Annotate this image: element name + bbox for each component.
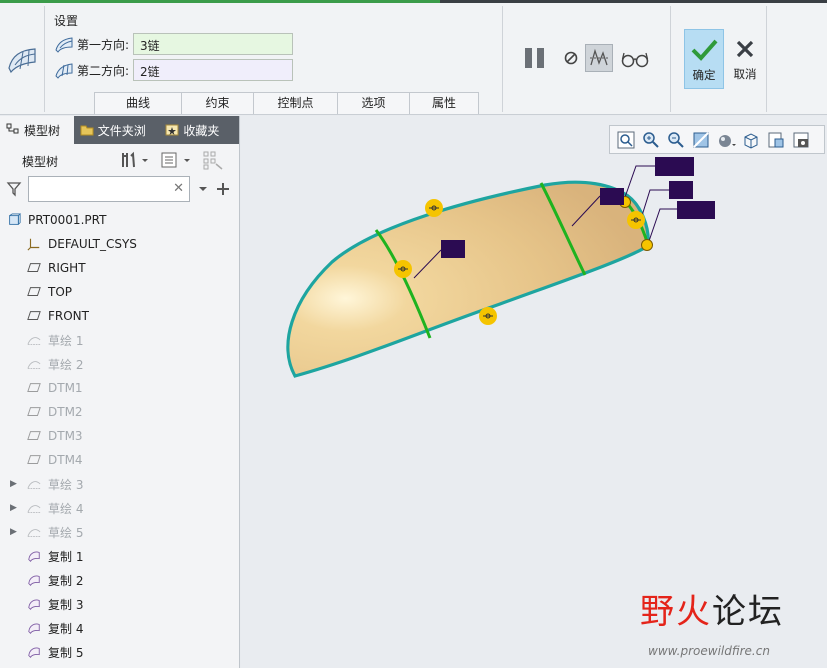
curve-callout-tag[interactable] (441, 240, 465, 258)
drag-handle[interactable] (479, 307, 497, 325)
forum-watermark: 野火论坛 www.proewildfire.cn (640, 584, 784, 658)
app-window: 设置 第一方向: 3链 第二方向: 2链 曲线 约束 控制点 选项 属性 确定 … (0, 0, 827, 668)
zoom-out-icon[interactable] (666, 130, 686, 150)
drag-handle[interactable] (394, 260, 412, 278)
blend-surface[interactable] (286, 180, 650, 378)
drag-handle[interactable] (627, 211, 645, 229)
curve-callout-tag[interactable] (669, 181, 693, 199)
watermark-url: www.proewildfire.cn (648, 644, 770, 658)
curve-callout-tag[interactable] (655, 157, 694, 176)
repaint-icon[interactable] (691, 130, 711, 150)
refit-icon[interactable] (616, 130, 636, 150)
callout-leader (647, 208, 677, 245)
curve-callout-tag[interactable] (600, 188, 624, 205)
display-style-icon[interactable] (716, 130, 736, 150)
watermark-title: 野火论坛 (640, 592, 784, 632)
view-manager-icon[interactable] (766, 130, 786, 150)
drag-handle[interactable] (425, 199, 443, 217)
boundary-blend-preview[interactable] (0, 0, 827, 668)
in-graphics-toolbar (609, 125, 825, 154)
datum-display-icon[interactable] (791, 130, 811, 150)
curve-endpoint[interactable] (641, 239, 653, 251)
curve-callout-tag[interactable] (677, 201, 715, 219)
zoom-in-icon[interactable] (641, 130, 661, 150)
saved-orientations-icon[interactable] (741, 130, 761, 150)
